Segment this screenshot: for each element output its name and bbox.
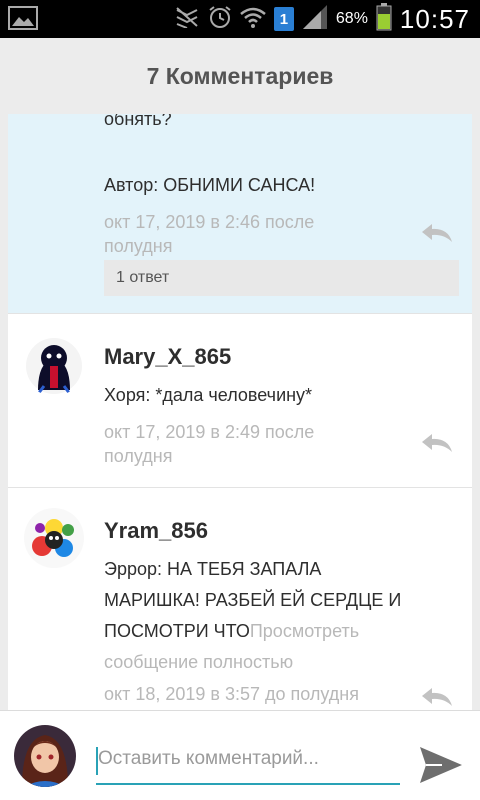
- avatar[interactable]: [24, 336, 84, 396]
- sim-badge: 1: [273, 7, 294, 31]
- comment-timestamp: окт 18, 2019 в 3:57 до полудня: [104, 682, 424, 706]
- comment-username[interactable]: Mary_X_865: [104, 344, 231, 370]
- comment-timestamp: окт 17, 2019 в 2:46 после полудня: [104, 210, 384, 258]
- user-avatar: [14, 725, 76, 787]
- comment-text: обнять?: [104, 114, 172, 129]
- send-icon[interactable]: [418, 745, 464, 785]
- comment-text: Хоря: *дала человечину*: [104, 385, 313, 405]
- timestamp-line: полудня: [104, 236, 173, 256]
- comment-text-line: МАРИШКА! РАЗБЕЙ ЕЙ СЕРДЦЕ И: [104, 590, 402, 610]
- comment-item[interactable]: Mary_X_865 Хоря: *дала человечину* окт 1…: [8, 314, 472, 488]
- status-bar: 1 68% 10:57: [0, 0, 480, 38]
- comment-item[interactable]: обнять? Автор: ОБНИМИ САНСА! окт 17, 201…: [8, 114, 472, 314]
- comment-input[interactable]: [96, 735, 400, 785]
- clock: 10:57: [399, 3, 470, 34]
- timestamp-line: окт 17, 2019 в 2:46 после: [104, 212, 315, 232]
- reply-icon[interactable]: [420, 222, 454, 244]
- comment-item[interactable]: Yram_856 Эррор: НА ТЕБЯ ЗАПАЛА МАРИШКА! …: [8, 488, 472, 710]
- comment-text-line: Эррор: НА ТЕБЯ ЗАПАЛА: [104, 559, 322, 579]
- comments-list[interactable]: обнять? Автор: ОБНИМИ САНСА! окт 17, 201…: [8, 114, 472, 710]
- battery-percent: 68%: [335, 10, 368, 27]
- text-caret: [96, 747, 98, 775]
- comment-timestamp: окт 17, 2019 в 2:49 после полудня: [104, 420, 384, 468]
- comment-text: Эррор: НА ТЕБЯ ЗАПАЛА МАРИШКА! РАЗБЕЙ ЕЙ…: [104, 554, 454, 678]
- replies-button[interactable]: 1 ответ: [104, 260, 459, 296]
- comment-author-line: Автор: ОБНИМИ САНСА!: [104, 175, 316, 195]
- timestamp-line: окт 17, 2019 в 2:49 после: [104, 422, 315, 442]
- comment-composer: [0, 710, 480, 800]
- signal-icon: [302, 4, 328, 34]
- timestamp-line: окт 18, 2019 в 3:57 до полудня: [104, 684, 359, 704]
- wifi-icon: [240, 6, 266, 33]
- mute-icon: [174, 6, 200, 33]
- page-title: 7 Комментариев: [146, 62, 334, 89]
- timestamp-line: полудня: [104, 446, 173, 466]
- gallery-icon: [8, 6, 38, 35]
- battery-icon: [376, 2, 392, 36]
- avatar[interactable]: [24, 508, 84, 568]
- reply-icon[interactable]: [420, 432, 454, 454]
- view-full-message-link[interactable]: сообщение полностью: [104, 647, 454, 678]
- comment-username[interactable]: Yram_856: [104, 518, 208, 544]
- alarm-icon: [208, 5, 232, 34]
- view-full-message-link[interactable]: Просмотреть: [250, 621, 359, 641]
- comments-header: 7 Комментариев: [0, 38, 480, 114]
- reply-icon[interactable]: [420, 686, 454, 708]
- comment-text-line: ПОСМОТРИ ЧТО: [104, 621, 250, 641]
